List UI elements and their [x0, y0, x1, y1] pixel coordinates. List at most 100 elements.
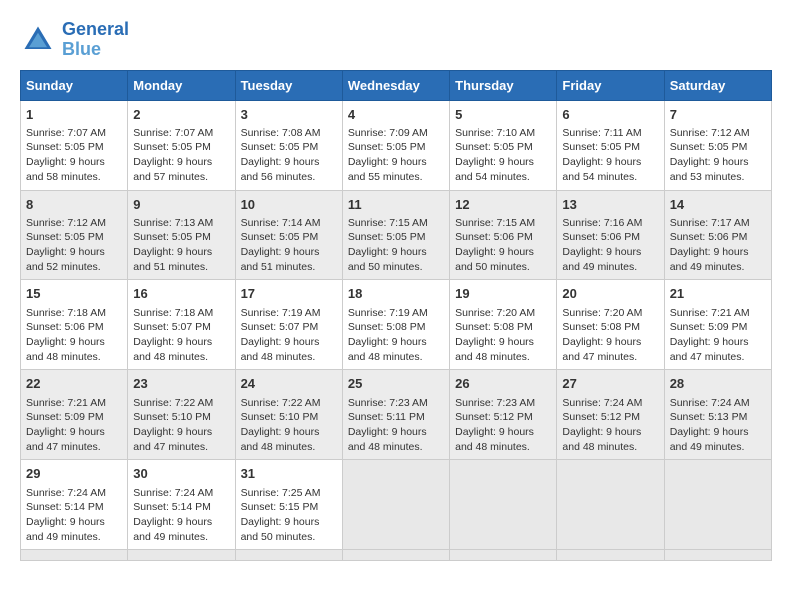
day-info: Sunrise: 7:22 AM Sunset: 5:10 PM Dayligh… [241, 396, 337, 455]
day-header-thursday: Thursday [450, 70, 557, 100]
day-info: Sunrise: 7:17 AM Sunset: 5:06 PM Dayligh… [670, 216, 766, 275]
day-header-monday: Monday [128, 70, 235, 100]
day-number: 21 [670, 285, 766, 303]
day-info: Sunrise: 7:10 AM Sunset: 5:05 PM Dayligh… [455, 126, 551, 185]
calendar-day-cell: 1Sunrise: 7:07 AM Sunset: 5:05 PM Daylig… [21, 100, 128, 190]
calendar-day-cell: 22Sunrise: 7:21 AM Sunset: 5:09 PM Dayli… [21, 370, 128, 460]
calendar-day-cell: 24 Sunrise: 7:22 AM Sunset: 5:10 PM Dayli… [235, 370, 342, 460]
day-info: Sunrise: 7:15 AM Sunset: 5:05 PM Dayligh… [348, 216, 444, 275]
calendar-day-cell: 5 Sunrise: 7:10 AM Sunset: 5:05 PM Daylig… [450, 100, 557, 190]
calendar-week-row: 29 Sunrise: 7:24 AM Sunset: 5:14 PM Dayli… [21, 460, 772, 550]
calendar-day-cell [128, 550, 235, 561]
logo-text: GeneralBlue [62, 20, 129, 60]
calendar-day-cell [342, 550, 449, 561]
day-number: 10 [241, 196, 337, 214]
calendar-week-row: 15Sunrise: 7:18 AM Sunset: 5:06 PM Dayli… [21, 280, 772, 370]
day-info: Sunrise: 7:13 AM Sunset: 5:05 PM Dayligh… [133, 216, 229, 275]
day-info: Sunrise: 7:18 AM Sunset: 5:07 PM Dayligh… [133, 306, 229, 365]
day-number: 25 [348, 375, 444, 393]
day-number: 20 [562, 285, 658, 303]
calendar-day-cell: 31Sunrise: 7:25 AM Sunset: 5:15 PM Dayli… [235, 460, 342, 550]
day-info: Sunrise: 7:20 AM Sunset: 5:08 PM Dayligh… [455, 306, 551, 365]
calendar-day-cell [450, 550, 557, 561]
day-info: Sunrise: 7:15 AM Sunset: 5:06 PM Dayligh… [455, 216, 551, 275]
day-number: 18 [348, 285, 444, 303]
day-header-sunday: Sunday [21, 70, 128, 100]
calendar-day-cell: 18 Sunrise: 7:19 AM Sunset: 5:08 PM Dayli… [342, 280, 449, 370]
day-info: Sunrise: 7:07 AM Sunset: 5:05 PM Dayligh… [26, 126, 122, 185]
day-number: 19 [455, 285, 551, 303]
calendar-day-cell [664, 460, 771, 550]
calendar-day-cell: 29 Sunrise: 7:24 AM Sunset: 5:14 PM Dayli… [21, 460, 128, 550]
day-number: 22 [26, 375, 122, 393]
calendar-day-cell: 8 Sunrise: 7:12 AM Sunset: 5:05 PM Daylig… [21, 190, 128, 280]
day-number: 5 [455, 106, 551, 124]
day-info: Sunrise: 7:08 AM Sunset: 5:05 PM Dayligh… [241, 126, 337, 185]
calendar-week-row [21, 550, 772, 561]
day-number: 26 [455, 375, 551, 393]
calendar-day-cell: 28 Sunrise: 7:24 AM Sunset: 5:13 PM Dayli… [664, 370, 771, 460]
calendar-day-cell: 30 Sunrise: 7:24 AM Sunset: 5:14 PM Dayli… [128, 460, 235, 550]
calendar-day-cell: 4 Sunrise: 7:09 AM Sunset: 5:05 PM Daylig… [342, 100, 449, 190]
calendar-day-cell: 6Sunrise: 7:11 AM Sunset: 5:05 PM Daylig… [557, 100, 664, 190]
day-number: 24 [241, 375, 337, 393]
calendar-day-cell: 25 Sunrise: 7:23 AM Sunset: 5:11 PM Dayli… [342, 370, 449, 460]
calendar-day-cell: 10 Sunrise: 7:14 AM Sunset: 5:05 PM Dayli… [235, 190, 342, 280]
day-info: Sunrise: 7:23 AM Sunset: 5:12 PM Dayligh… [455, 396, 551, 455]
calendar-day-cell: 16Sunrise: 7:18 AM Sunset: 5:07 PM Dayli… [128, 280, 235, 370]
day-header-tuesday: Tuesday [235, 70, 342, 100]
day-number: 11 [348, 196, 444, 214]
day-number: 30 [133, 465, 229, 483]
day-info: Sunrise: 7:24 AM Sunset: 5:13 PM Dayligh… [670, 396, 766, 455]
day-number: 4 [348, 106, 444, 124]
day-number: 9 [133, 196, 229, 214]
day-header-friday: Friday [557, 70, 664, 100]
calendar-day-cell: 27 Sunrise: 7:24 AM Sunset: 5:12 PM Dayli… [557, 370, 664, 460]
day-info: Sunrise: 7:24 AM Sunset: 5:14 PM Dayligh… [133, 486, 229, 545]
day-number: 15 [26, 285, 122, 303]
calendar-day-cell [557, 460, 664, 550]
calendar-day-cell [342, 460, 449, 550]
calendar-day-cell: 20 Sunrise: 7:20 AM Sunset: 5:08 PM Dayli… [557, 280, 664, 370]
calendar-day-cell [450, 460, 557, 550]
day-number: 2 [133, 106, 229, 124]
day-number: 3 [241, 106, 337, 124]
day-number: 27 [562, 375, 658, 393]
calendar-day-cell: 15Sunrise: 7:18 AM Sunset: 5:06 PM Dayli… [21, 280, 128, 370]
day-number: 12 [455, 196, 551, 214]
calendar-day-cell [21, 550, 128, 561]
day-info: Sunrise: 7:19 AM Sunset: 5:08 PM Dayligh… [348, 306, 444, 365]
calendar-day-cell: 7Sunrise: 7:12 AM Sunset: 5:05 PM Daylig… [664, 100, 771, 190]
day-info: Sunrise: 7:12 AM Sunset: 5:05 PM Dayligh… [26, 216, 122, 275]
day-info: Sunrise: 7:21 AM Sunset: 5:09 PM Dayligh… [670, 306, 766, 365]
calendar-day-cell: 14 Sunrise: 7:17 AM Sunset: 5:06 PM Dayli… [664, 190, 771, 280]
calendar-day-cell [557, 550, 664, 561]
calendar-day-cell: 17Sunrise: 7:19 AM Sunset: 5:07 PM Dayli… [235, 280, 342, 370]
calendar-day-cell: 23 Sunrise: 7:22 AM Sunset: 5:10 PM Dayli… [128, 370, 235, 460]
day-info: Sunrise: 7:09 AM Sunset: 5:05 PM Dayligh… [348, 126, 444, 185]
day-info: Sunrise: 7:24 AM Sunset: 5:12 PM Dayligh… [562, 396, 658, 455]
day-info: Sunrise: 7:24 AM Sunset: 5:14 PM Dayligh… [26, 486, 122, 545]
day-number: 23 [133, 375, 229, 393]
calendar-day-cell: 12 Sunrise: 7:15 AM Sunset: 5:06 PM Dayli… [450, 190, 557, 280]
calendar-day-cell: 19 Sunrise: 7:20 AM Sunset: 5:08 PM Dayli… [450, 280, 557, 370]
day-number: 29 [26, 465, 122, 483]
day-number: 8 [26, 196, 122, 214]
calendar-day-cell: 21 Sunrise: 7:21 AM Sunset: 5:09 PM Dayli… [664, 280, 771, 370]
calendar-day-cell: 2Sunrise: 7:07 AM Sunset: 5:05 PM Daylig… [128, 100, 235, 190]
day-info: Sunrise: 7:16 AM Sunset: 5:06 PM Dayligh… [562, 216, 658, 275]
day-info: Sunrise: 7:23 AM Sunset: 5:11 PM Dayligh… [348, 396, 444, 455]
calendar-week-row: 1Sunrise: 7:07 AM Sunset: 5:05 PM Daylig… [21, 100, 772, 190]
day-number: 14 [670, 196, 766, 214]
day-header-saturday: Saturday [664, 70, 771, 100]
logo-icon [20, 22, 56, 58]
day-number: 28 [670, 375, 766, 393]
calendar-week-row: 22Sunrise: 7:21 AM Sunset: 5:09 PM Dayli… [21, 370, 772, 460]
calendar-day-cell: 9 Sunrise: 7:13 AM Sunset: 5:05 PM Daylig… [128, 190, 235, 280]
calendar-table: SundayMondayTuesdayWednesdayThursdayFrid… [20, 70, 772, 562]
day-number: 13 [562, 196, 658, 214]
day-info: Sunrise: 7:12 AM Sunset: 5:05 PM Dayligh… [670, 126, 766, 185]
day-info: Sunrise: 7:20 AM Sunset: 5:08 PM Dayligh… [562, 306, 658, 365]
day-info: Sunrise: 7:22 AM Sunset: 5:10 PM Dayligh… [133, 396, 229, 455]
day-info: Sunrise: 7:14 AM Sunset: 5:05 PM Dayligh… [241, 216, 337, 275]
